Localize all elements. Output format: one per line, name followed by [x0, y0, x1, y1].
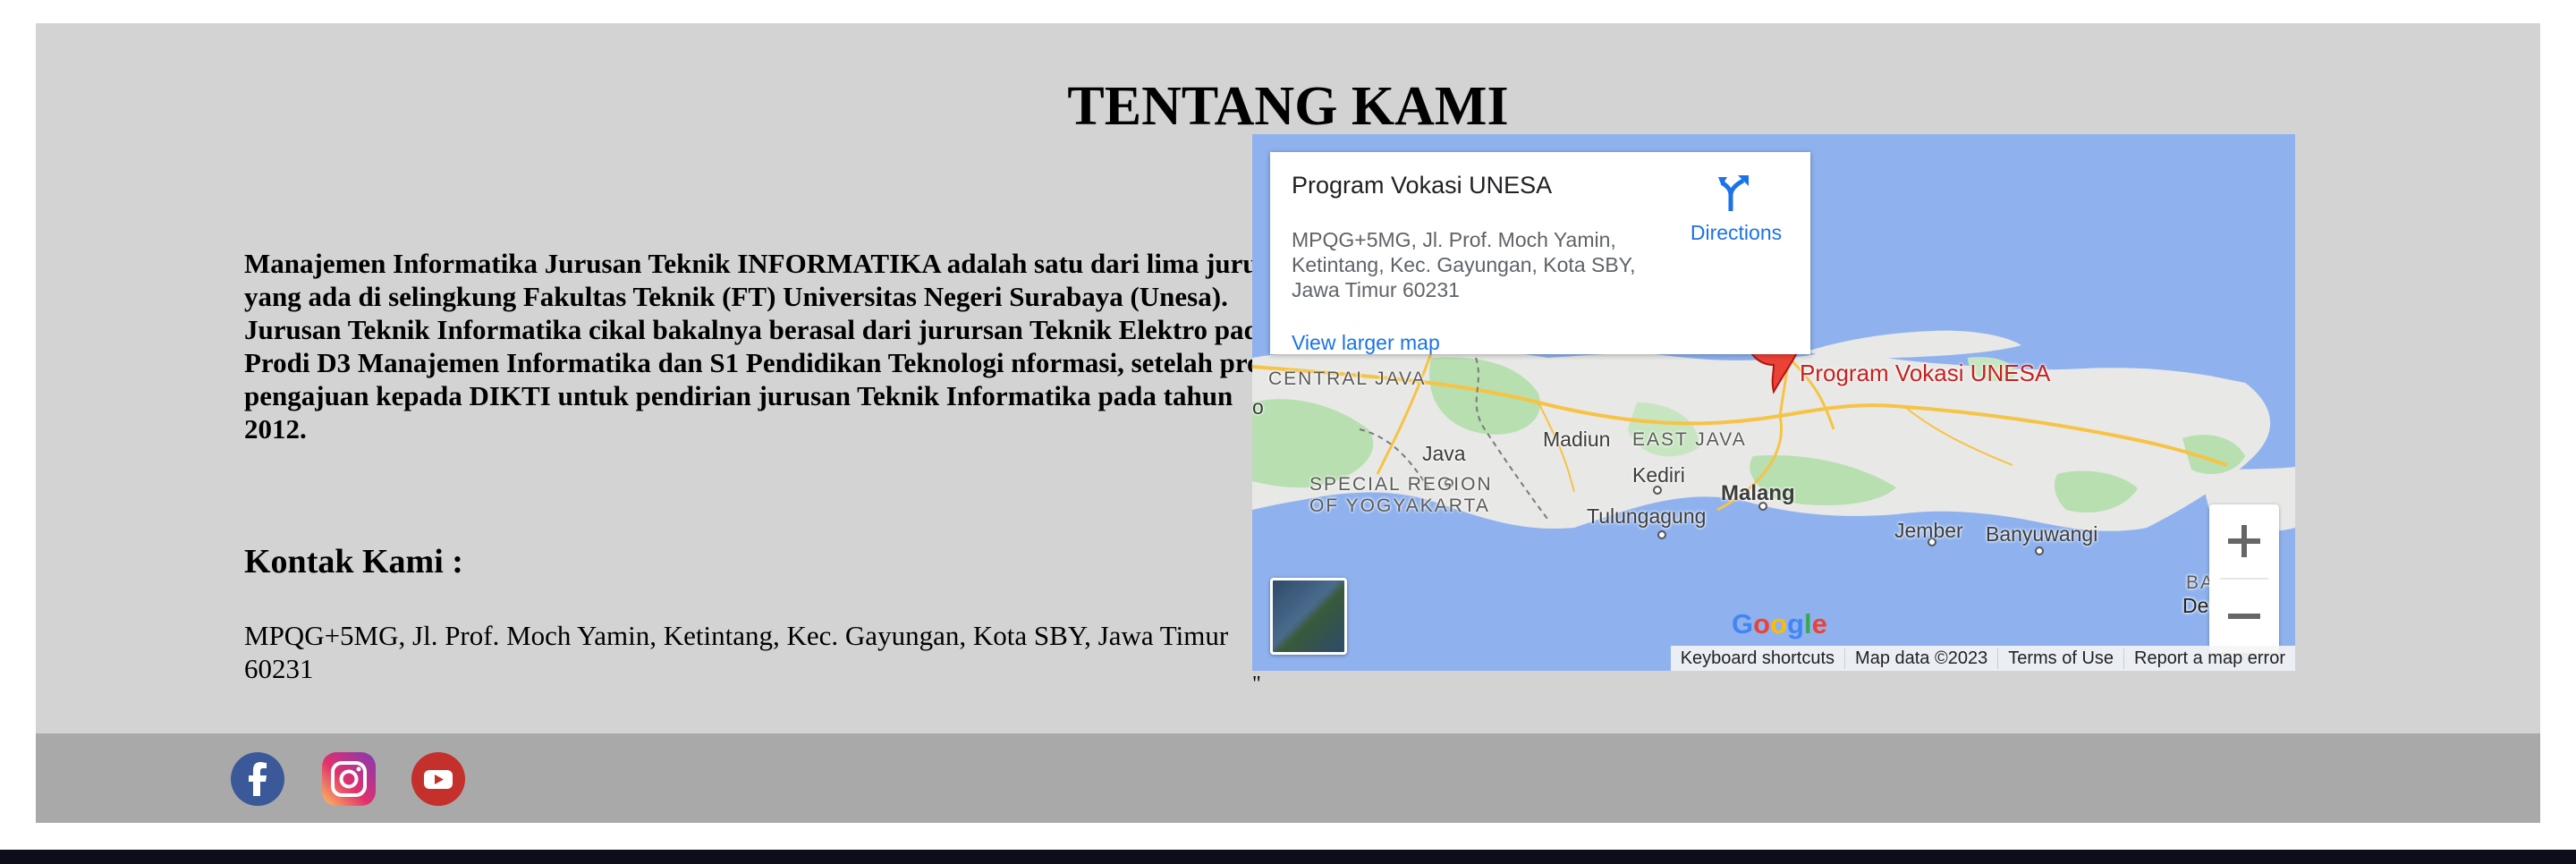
map-label-edge: o	[1252, 395, 1264, 419]
map-label-kediri: Kediri	[1632, 463, 1685, 487]
map-label-special-region: SPECIAL REGION	[1309, 474, 1493, 495]
map-label-east-java: EAST JAVA	[1632, 429, 1747, 450]
about-paragraph: Manajemen Informatika Jurusan Teknik INF…	[244, 248, 1299, 445]
report-map-error-link[interactable]: Report a map error	[2123, 648, 2295, 669]
footer	[36, 733, 2540, 823]
youtube-icon[interactable]	[411, 751, 466, 807]
zoom-out-button[interactable]	[2209, 580, 2279, 653]
map-label-java: Java	[1422, 442, 1466, 465]
map-label-tulungagung: Tulungagung	[1587, 504, 1707, 528]
terms-of-use-link[interactable]: Terms of Use	[1997, 648, 2123, 669]
minus-icon	[2228, 614, 2260, 619]
place-name: Program Vokasi UNESA	[1292, 172, 1553, 199]
stray-quote-text: "	[1252, 673, 1261, 696]
contact-address: MPQG+5MG, Jl. Prof. Moch Yamin, Ketintan…	[244, 620, 1229, 684]
map-pin-label[interactable]: Program Vokasi UNESA	[1800, 360, 2050, 387]
plus-icon	[2228, 525, 2260, 557]
google-logo: Google	[1732, 608, 1827, 640]
view-larger-map-link[interactable]: View larger map	[1292, 331, 1440, 355]
map-label-central-java: CENTRAL JAVA	[1268, 368, 1427, 389]
embedded-map[interactable]: CENTRAL JAVA o Madiun EAST JAVA Java Ked…	[1252, 134, 2295, 671]
facebook-icon[interactable]	[230, 751, 285, 807]
zoom-control	[2209, 504, 2279, 653]
zoom-in-button[interactable]	[2209, 504, 2279, 578]
bottom-edge-bar	[0, 850, 2576, 864]
section-title: TENTANG KAMI	[1067, 76, 1509, 137]
place-info-card: Program Vokasi UNESA MPQG+5MG, Jl. Prof.…	[1270, 152, 1810, 354]
map-label-malang: Malang	[1721, 481, 1795, 505]
keyboard-shortcuts-link[interactable]: Keyboard shortcuts	[1671, 648, 1844, 669]
satellite-layer-toggle[interactable]	[1270, 578, 1347, 655]
map-label-jember: Jember	[1894, 519, 1963, 542]
map-label-yogyakarta: OF YOGYAKARTA	[1309, 496, 1490, 516]
directions-label: Directions	[1690, 221, 1783, 244]
instagram-icon[interactable]	[321, 751, 377, 807]
place-address: MPQG+5MG, Jl. Prof. Moch Yamin, Ketintan…	[1292, 228, 1636, 301]
contact-heading: Kontak Kami :	[244, 543, 463, 580]
map-attribution-bar: Keyboard shortcuts Map data ©2023 Terms …	[1670, 646, 2295, 671]
map-label-banyuwangi: Banyuwangi	[1986, 522, 2098, 546]
map-data-text: Map data ©2023	[1844, 648, 1997, 669]
directions-icon	[1718, 175, 1749, 211]
directions-button[interactable]: Directions	[1678, 172, 1794, 245]
map-label-madiun: Madiun	[1543, 428, 1611, 451]
